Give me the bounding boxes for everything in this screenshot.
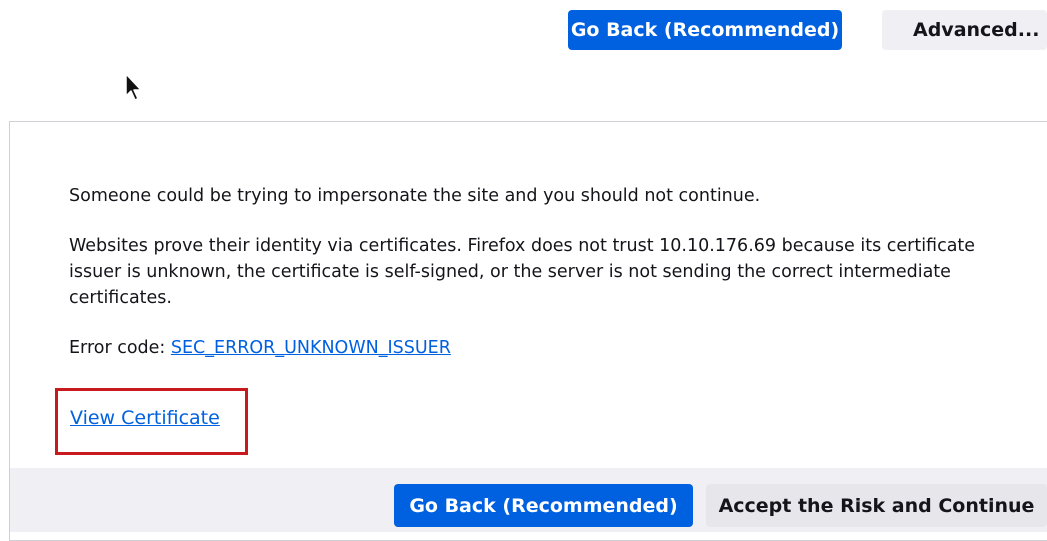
error-code-label: Error code: xyxy=(69,338,171,358)
error-code-link[interactable]: SEC_ERROR_UNKNOWN_ISSUER xyxy=(171,338,451,358)
mouse-pointer-icon xyxy=(125,73,142,101)
certificate-explanation-text: Websites prove their identity via certif… xyxy=(69,236,976,308)
highlight-annotation-box xyxy=(55,388,248,455)
accept-risk-button[interactable]: Accept the Risk and Continue xyxy=(706,484,1047,527)
top-go-back-button[interactable]: Go Back (Recommended) xyxy=(568,10,842,50)
advanced-button[interactable]: Advanced... xyxy=(882,10,1047,50)
impersonation-warning-text: Someone could be trying to impersonate t… xyxy=(69,186,761,206)
error-code-line: Error code: SEC_ERROR_UNKNOWN_ISSUER xyxy=(69,335,451,361)
bottom-go-back-button[interactable]: Go Back (Recommended) xyxy=(394,484,693,527)
